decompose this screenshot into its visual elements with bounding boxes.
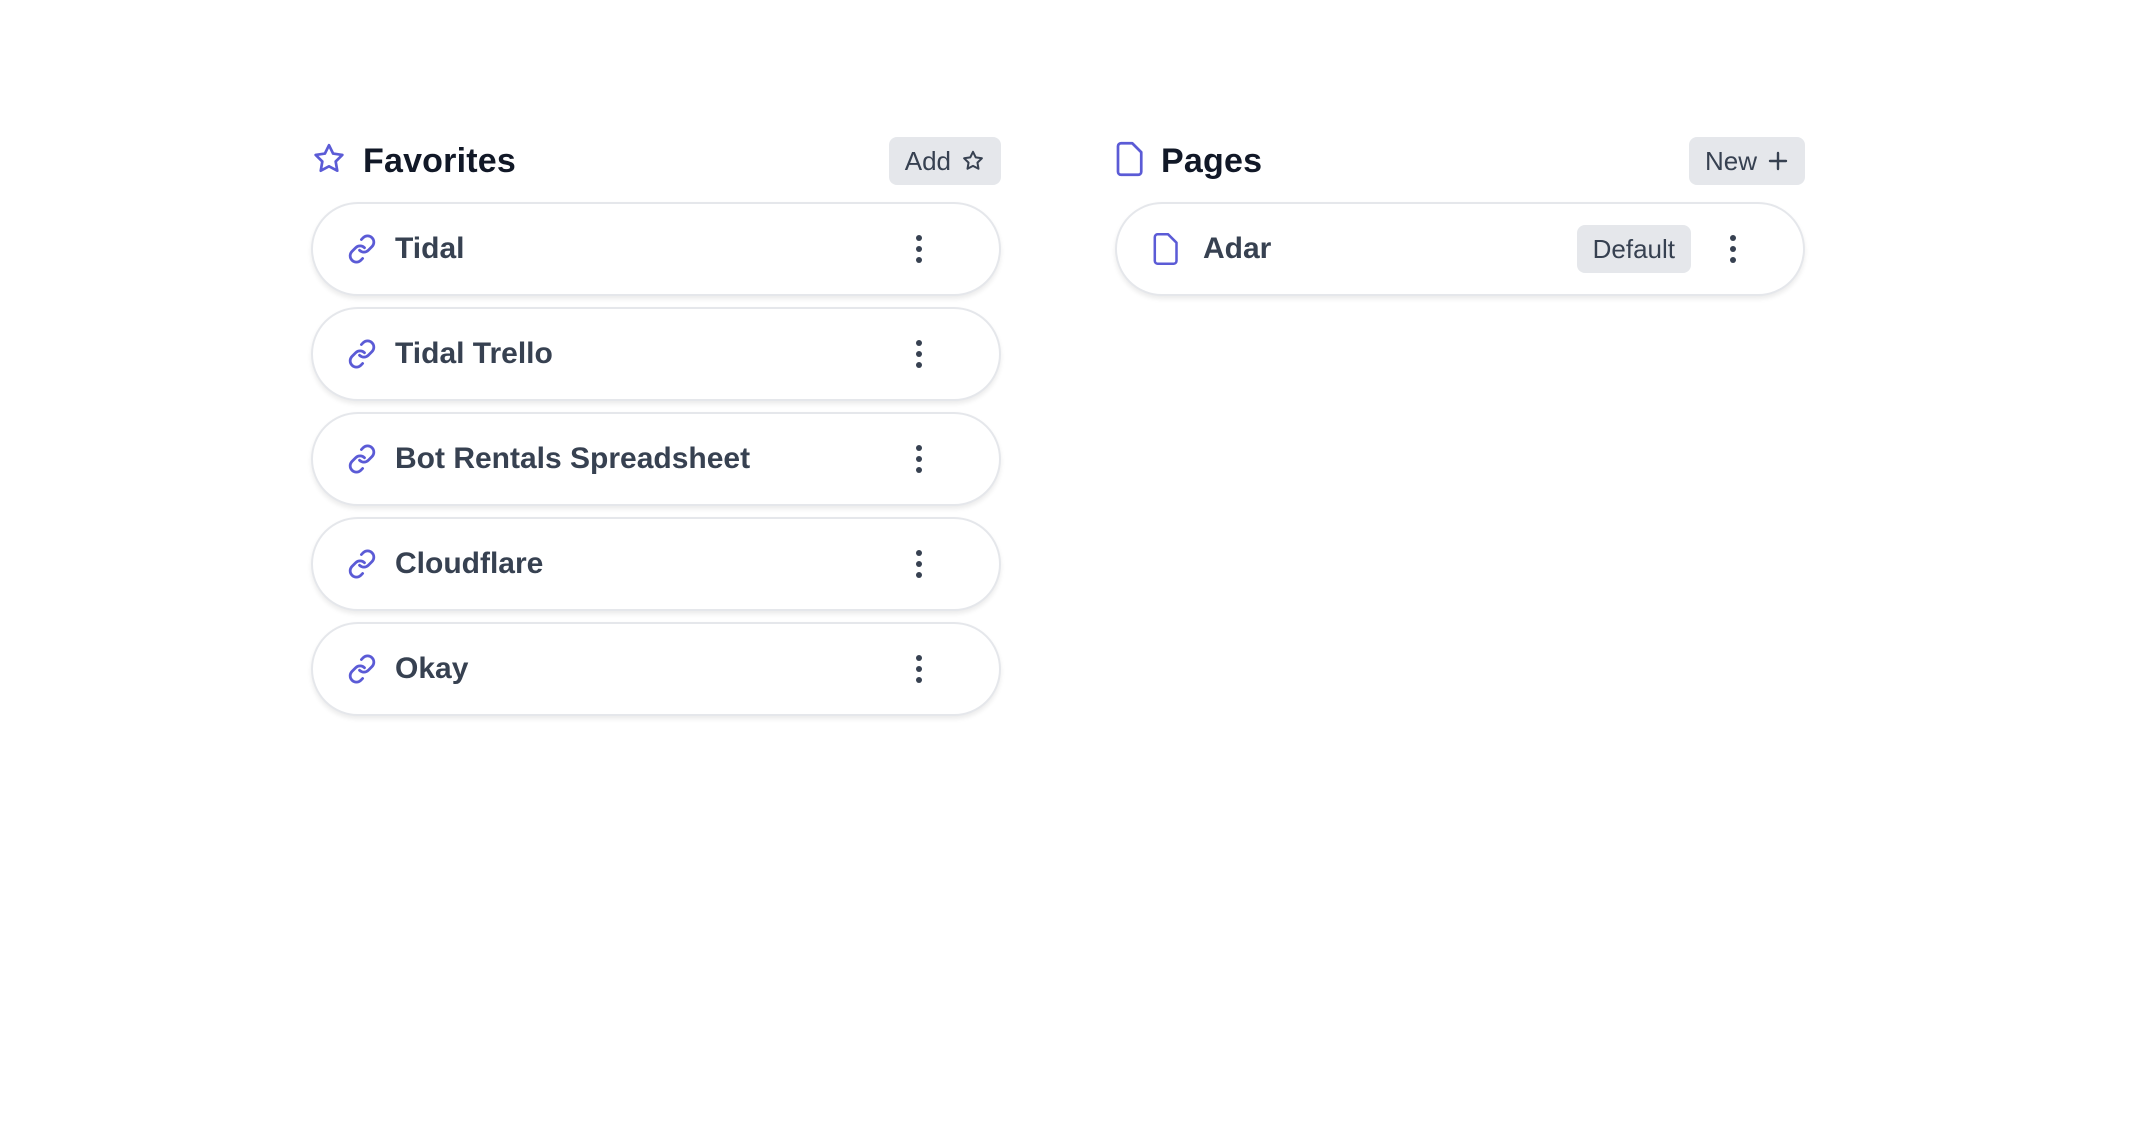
new-page-label: New xyxy=(1704,145,1757,176)
more-vertical-icon[interactable] xyxy=(899,329,939,379)
plus-icon xyxy=(1767,150,1789,172)
link-icon xyxy=(345,442,379,476)
pages-list: Adar Default xyxy=(1115,202,1805,296)
favorites-title-group: Favorites xyxy=(311,141,516,182)
more-vertical-icon[interactable] xyxy=(899,434,939,484)
favorite-item-label: Tidal xyxy=(395,232,465,265)
star-outline-icon xyxy=(961,149,985,173)
favorite-item[interactable]: Okay xyxy=(311,622,1001,716)
favorite-item[interactable]: Tidal Trello xyxy=(311,307,1001,401)
dashboard: Favorites Add Tidal Tidal Trello Bot Ren… xyxy=(0,0,2144,1122)
default-badge: Default xyxy=(1576,225,1691,273)
star-icon xyxy=(311,141,347,182)
favorite-item[interactable]: Bot Rentals Spreadsheet xyxy=(311,412,1001,506)
document-icon xyxy=(1115,141,1145,182)
favorite-item-label: Cloudflare xyxy=(395,547,544,580)
pages-header: Pages New xyxy=(1115,136,1805,186)
link-icon xyxy=(345,232,379,266)
document-icon xyxy=(1149,229,1183,269)
page-item[interactable]: Adar Default xyxy=(1115,202,1805,296)
favorites-header: Favorites Add xyxy=(311,136,1001,186)
pages-title: Pages xyxy=(1161,141,1263,180)
more-vertical-icon[interactable] xyxy=(899,644,939,694)
link-icon xyxy=(345,652,379,686)
pages-panel: Pages New Adar Default xyxy=(1115,136,1805,296)
favorites-title: Favorites xyxy=(363,141,516,180)
favorites-panel: Favorites Add Tidal Tidal Trello Bot Ren… xyxy=(311,136,1001,716)
page-item-label: Adar xyxy=(1203,232,1272,265)
more-vertical-icon[interactable] xyxy=(899,224,939,274)
add-favorite-button[interactable]: Add xyxy=(888,137,1001,185)
favorite-item-label: Bot Rentals Spreadsheet xyxy=(395,442,751,475)
more-vertical-icon[interactable] xyxy=(1713,224,1753,274)
more-vertical-icon[interactable] xyxy=(899,539,939,589)
favorite-item[interactable]: Cloudflare xyxy=(311,517,1001,611)
new-page-button[interactable]: New xyxy=(1688,137,1805,185)
favorite-item-label: Okay xyxy=(395,652,469,685)
favorites-list: Tidal Tidal Trello Bot Rentals Spreadshe… xyxy=(311,202,1001,716)
pages-title-group: Pages xyxy=(1115,141,1262,182)
link-icon xyxy=(345,337,379,371)
link-icon xyxy=(345,547,379,581)
favorite-item[interactable]: Tidal xyxy=(311,202,1001,296)
favorite-item-label: Tidal Trello xyxy=(395,337,553,370)
add-favorite-label: Add xyxy=(904,145,951,176)
